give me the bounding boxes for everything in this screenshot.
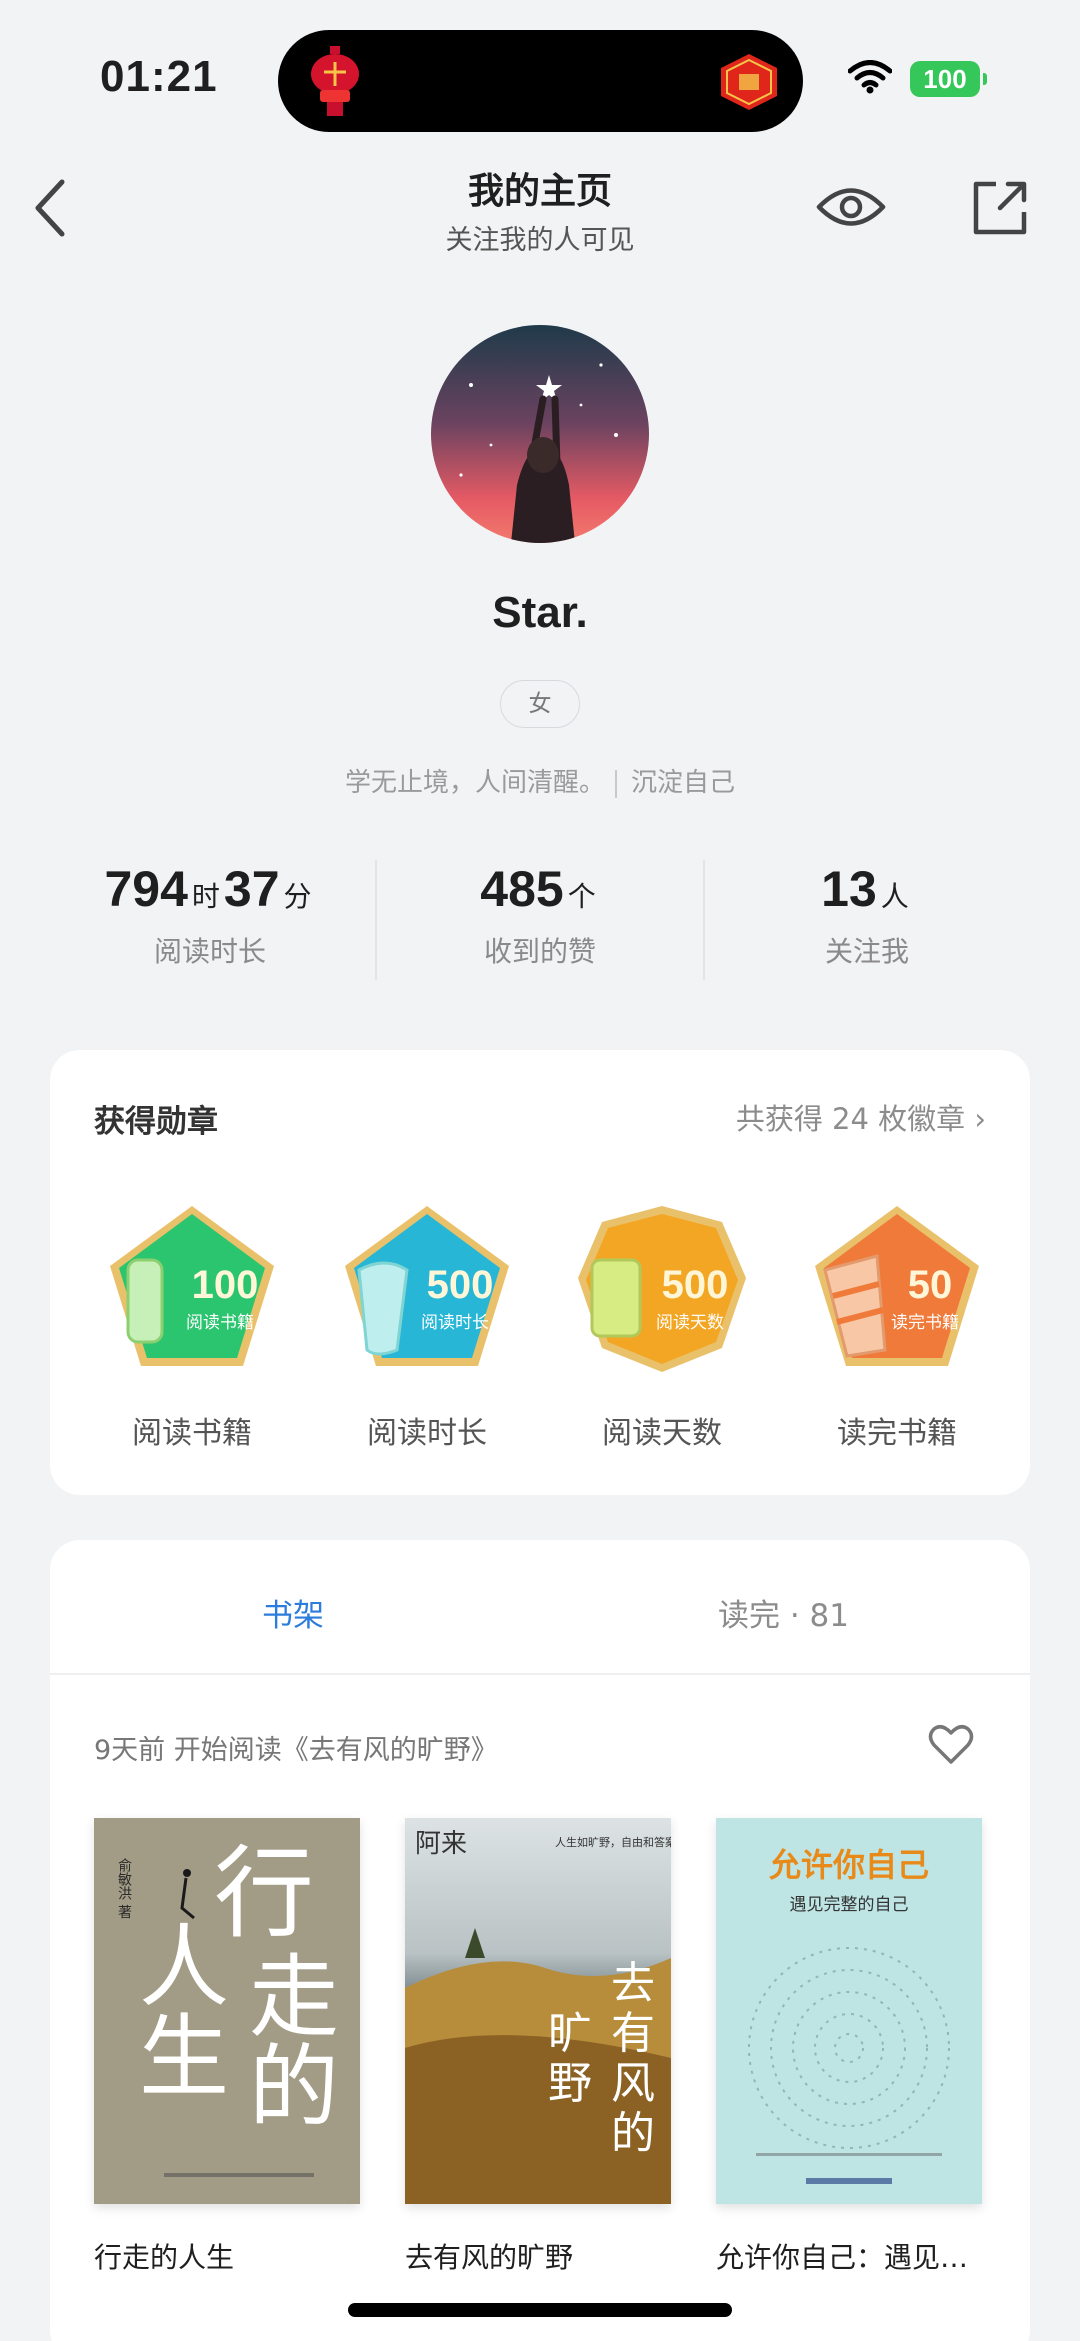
page-title: 我的主页 [467,171,612,212]
visibility-eye-icon[interactable] [816,180,886,234]
status-bar: 01:21 100 [0,0,1080,140]
svg-text:的: 的 [611,2108,655,2159]
tab-finished[interactable]: 读完 · 81 [718,1590,849,1635]
medal-reading-time[interactable]: 500 阅读时长 阅读时长 [332,1200,522,1452]
svg-text:去: 去 [611,1958,655,2009]
book-title: 去有风的旷野 [405,2241,574,2274]
medal-label: 阅读时长 [367,1416,487,1451]
tab-bookshelf[interactable]: 书架 [262,1590,324,1635]
svg-text:旷: 旷 [548,2008,592,2059]
heart-icon[interactable] [928,1724,974,1766]
bio-tag: 沉淀自己 [631,768,736,798]
fu-charm-icon [721,54,777,110]
medals-card: 获得勋章 共获得 24 枚徽章 › 100 阅读书籍 阅读书籍 500 阅读时长… [50,1050,1030,1495]
user-bio: 学无止境，人间清醒。 沉淀自己 [0,762,1080,799]
svg-text:100: 100 [192,1263,259,1307]
stat-followers-value: 13 人 [821,861,909,917]
svg-text:遇见完整的自己: 遇见完整的自己 [790,1895,909,1915]
book-cover[interactable]: 允许你自己 遇见完整的自己 [716,1818,982,2204]
svg-text:允许你自己: 允许你自己 [768,1846,929,1884]
stat-reading-time-value: 794 时37 分 [104,861,312,917]
svg-text:人生如旷野，自由和答案都在风里。: 人生如旷野，自由和答案都在风里。 [555,1835,671,1849]
book-title: 允许你自己：遇见… [716,2241,969,2274]
svg-text:500: 500 [662,1263,729,1307]
bio-text: 学无止境，人间清醒。 [344,768,605,798]
book-item[interactable]: 允许你自己 遇见完整的自己 允许你自己：遇见… [716,1818,982,2276]
medal-badge-icon: 500 阅读时长 [345,1206,509,1366]
svg-text:阅读天数: 阅读天数 [656,1313,724,1333]
medals-more-link[interactable]: 共获得 24 枚徽章 › [736,1096,986,1138]
svg-text:野: 野 [548,2058,592,2109]
medal-label: 阅读天数 [602,1416,722,1451]
battery-indicator: 100 [910,61,987,97]
avatar[interactable] [431,325,649,543]
gender-badge: 女 [500,680,580,728]
svg-text:有: 有 [611,2008,655,2059]
book-item[interactable]: 俞敏洪 著 行 走 的 人 生 行走的人生 [94,1818,360,2276]
medal-reading-books[interactable]: 100 阅读书籍 阅读书籍 [97,1200,287,1452]
stat-reading-time-label: 阅读时长 [153,935,266,968]
stat-followers-label: 关注我 [824,935,909,968]
svg-text:生: 生 [139,2005,229,2110]
svg-text:阿来: 阿来 [415,1829,467,1859]
lantern-icon [311,46,359,116]
medal-reading-days[interactable]: 500 阅读天数 阅读天数 [567,1200,757,1452]
wifi-icon [848,60,892,94]
stat-divider [375,860,377,980]
svg-text:阅读时长: 阅读时长 [421,1313,489,1333]
stat-reading-time[interactable]: 794 时37 分 阅读时长 [30,860,390,970]
book-title: 行走的人生 [94,2241,235,2274]
share-icon[interactable] [970,178,1030,238]
recent-activity: 9天前 开始阅读《去有风的旷野》 [94,1735,498,1766]
stat-divider [703,860,705,980]
medals-title: 获得勋章 [94,1104,218,1140]
bio-divider [615,769,617,798]
medal-label: 读完书籍 [837,1416,957,1451]
tab-divider [50,1673,1030,1675]
medal-finished-books[interactable]: 50 读完书籍 读完书籍 [802,1200,992,1452]
svg-text:50: 50 [908,1263,953,1307]
page-subtitle: 关注我的人可见 [445,225,635,256]
medal-badge-icon: 100 阅读书籍 [110,1206,274,1366]
stat-likes-label: 收到的赞 [483,935,596,968]
status-time: 01:21 [100,52,218,101]
svg-text:阅读书籍: 阅读书籍 [186,1313,254,1333]
book-item[interactable]: 阿来 人生如旷野，自由和答案都在风里。 去 有 风 的 旷 野 去有风的旷野 [405,1818,671,2276]
medal-badge-icon: 50 读完书籍 [815,1206,979,1366]
user-name: Star. [492,588,588,637]
medal-badge-icon: 500 阅读天数 [578,1206,746,1372]
book-cover[interactable]: 俞敏洪 著 行 走 的 人 生 [94,1818,360,2204]
bookshelf-card: 书架 读完 · 81 9天前 开始阅读《去有风的旷野》 俞敏洪 著 行 走 的 … [50,1540,1030,2341]
stat-followers[interactable]: 13 人 关注我 [687,860,1047,970]
next-card-peek [92,2318,988,2341]
home-indicator[interactable] [348,2303,732,2317]
svg-text:行: 行 [214,1835,314,1952]
svg-text:俞敏洪 著: 俞敏洪 著 [116,1857,132,1918]
dynamic-island [278,30,803,132]
chevron-right-icon: › [974,1102,986,1136]
svg-text:风: 风 [611,2058,655,2109]
stat-likes[interactable]: 485 个 收到的赞 [360,860,720,970]
stat-likes-value: 485 个 [480,861,596,917]
svg-text:读完书籍: 读完书籍 [891,1313,959,1333]
medal-label: 阅读书籍 [132,1416,252,1451]
svg-text:的: 的 [249,2035,339,2140]
svg-text:500: 500 [427,1263,494,1307]
book-cover[interactable]: 阿来 人生如旷野，自由和答案都在风里。 去 有 风 的 旷 野 [405,1818,671,2204]
stats-row: 794 时37 分 阅读时长 485 个 收到的赞 13 人 关注我 [0,860,1080,990]
